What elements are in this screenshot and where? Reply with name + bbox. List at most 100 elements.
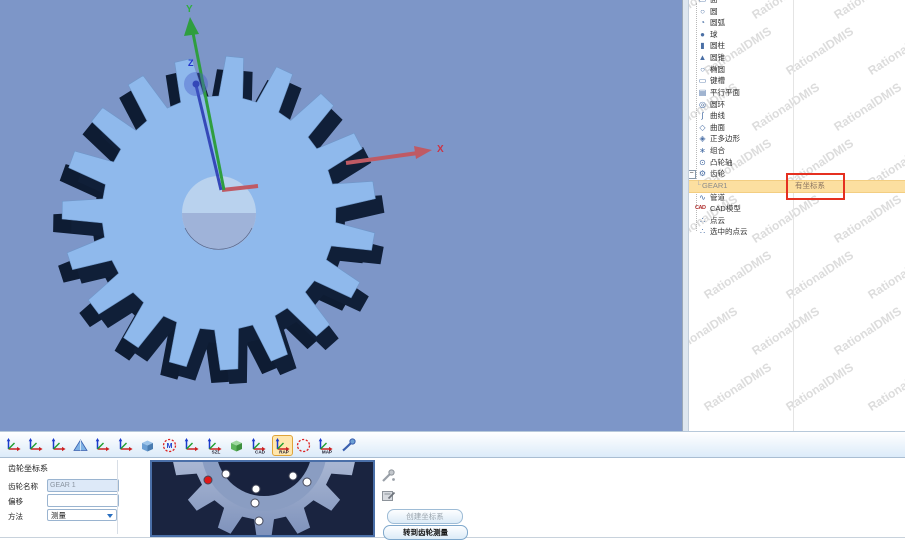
edit-form-icon[interactable] (381, 488, 396, 503)
y-axis-label: Y (186, 4, 193, 15)
gear-3d-scene: X Y Z (0, 0, 682, 431)
tree-item-label: CAD模型 (710, 203, 741, 215)
tree-item-label: 圆环 (710, 99, 725, 111)
tree-item-label: GEAR1 (702, 181, 727, 192)
chevron-down-icon (107, 514, 113, 518)
tree-item-7[interactable]: ▭键槽 (688, 75, 905, 87)
circle-icon: ○ (697, 6, 708, 18)
svg-text:SZL: SZL (211, 450, 220, 455)
measure-point-dot (255, 517, 263, 525)
gear-preview-svg (152, 462, 373, 535)
gear-name-input[interactable] (47, 479, 119, 492)
gear-preview-image (150, 460, 375, 537)
tree-item-label: 曲面 (710, 122, 725, 134)
tree-item-label: 管道 (710, 192, 725, 204)
feature-tree-sidebar: RationalDMISRationalDMISRationalDMISRati… (682, 0, 905, 431)
machine-csys-icon[interactable]: M (160, 436, 179, 455)
measure-point-active-dot (204, 476, 212, 484)
panel-title: 齿轮坐标系 (8, 463, 48, 474)
svg-text:CAD: CAD (255, 450, 266, 455)
cad-model-icon: CAD (695, 203, 710, 215)
panel-divider (117, 460, 118, 534)
measure-point-dot (222, 470, 230, 478)
csys-rap-icon[interactable]: RAP (272, 435, 293, 456)
tree-item-label: 圆弧 (710, 17, 725, 29)
surface-icon: ◇ (697, 122, 708, 134)
parallel-planes-icon: ▤ (697, 87, 708, 99)
tree-item-9[interactable]: ◎圆环 (688, 99, 905, 111)
tree-item-1[interactable]: ○圆 (688, 6, 905, 18)
arc-icon: ◔ (697, 17, 708, 29)
gear-csys-panel: 齿轮坐标系 齿轮名称 偏移 方法 测量 (0, 458, 905, 538)
probe-build-icon[interactable] (339, 436, 358, 455)
tree-item-10[interactable]: ∫曲线 (688, 110, 905, 122)
cone-icon: ▲ (697, 52, 708, 64)
tree-item-label: 凸轮轴 (710, 157, 733, 169)
sidebar-splitter[interactable] (683, 0, 689, 431)
csys-translate-icon[interactable] (4, 436, 23, 455)
tree-item-label: 齿轮 (710, 168, 725, 180)
selected-point-cloud-icon: ∴ (697, 226, 708, 238)
z-axis-tip (193, 81, 200, 88)
tree-item-label: 选中的点云 (710, 226, 748, 238)
slot-icon: ▭ (697, 75, 708, 87)
machine-rotate-icon[interactable] (294, 436, 313, 455)
csys-toolbar: M SZL CAD RAP MAP (0, 431, 905, 458)
measure-point-dot (289, 472, 297, 480)
tree-item-4[interactable]: ▮圆柱 (688, 40, 905, 52)
method-select[interactable]: 测量 (47, 509, 117, 521)
csys-axis-icon[interactable] (116, 436, 135, 455)
goto-gear-measure-button[interactable]: 转到齿轮测量 (383, 525, 468, 540)
csys-offset-icon[interactable] (93, 436, 112, 455)
cube-3d-icon[interactable] (138, 436, 157, 455)
csys-map-icon[interactable]: MAP (316, 436, 335, 455)
point-cloud-icon: ∴ (697, 215, 708, 227)
csys-szl-icon[interactable]: SZL (205, 436, 224, 455)
tree-item-18[interactable]: CADCAD模型 (688, 203, 905, 215)
probe-icon[interactable] (381, 468, 396, 483)
csys-fit-icon[interactable] (49, 436, 68, 455)
tree-item-8[interactable]: ▤平行平面 (688, 87, 905, 99)
method-select-value: 测量 (51, 511, 66, 520)
tree-item-5[interactable]: ▲圆锥 (688, 52, 905, 64)
offset-input[interactable] (47, 494, 119, 507)
measure-point-dot (303, 478, 311, 486)
tree-item-19[interactable]: ∴点云 (688, 215, 905, 227)
tree-item-label: 点云 (710, 215, 725, 227)
csys-rotate-icon[interactable] (26, 436, 45, 455)
csys-new-icon[interactable] (182, 436, 201, 455)
create-csys-button[interactable]: 创建坐标系 (387, 509, 463, 524)
rationaldmis-app: X Y Z RationalDMISRationalDMISRationalDM… (0, 0, 905, 542)
ellipse-icon: ○ (697, 64, 708, 76)
csys-plane-icon[interactable] (71, 436, 90, 455)
tree-item-12[interactable]: ◈正多边形 (688, 133, 905, 145)
sphere-icon: ● (697, 29, 708, 41)
offset-label: 偏移 (8, 496, 23, 507)
tree-item-11[interactable]: ◇曲面 (688, 122, 905, 134)
tree-item-label: 圆柱 (710, 40, 725, 52)
pipe-icon: ∿ (697, 192, 708, 204)
group-icon: ∗ (697, 145, 708, 157)
tree-item-3[interactable]: ●球 (688, 29, 905, 41)
tree-item-6[interactable]: ○椭圆 (688, 64, 905, 76)
cube-green-icon[interactable] (227, 436, 246, 455)
tree-item-label: 键槽 (710, 75, 725, 87)
branch-line: └ (696, 181, 701, 192)
x-axis-arrow (414, 146, 432, 159)
tree-item-label: 曲线 (710, 110, 725, 122)
z-axis-label: Z (188, 58, 194, 68)
tree-item-2[interactable]: ◔圆弧 (688, 17, 905, 29)
camshaft-icon: ⊙ (697, 157, 708, 169)
tree-item-label: 椭圆 (710, 64, 725, 76)
tree-item-label: 正多边形 (710, 133, 740, 145)
tree-item-13[interactable]: ∗组合 (688, 145, 905, 157)
cylinder-icon: ▮ (697, 40, 708, 52)
tree-item-20[interactable]: ∴选中的点云 (688, 226, 905, 238)
3d-viewport[interactable]: X Y Z (0, 0, 682, 431)
measure-point-dot (252, 485, 260, 493)
csys-cad-icon[interactable]: CAD (249, 436, 268, 455)
tree-item-label: 球 (710, 29, 718, 41)
tree-item-label: 圆 (710, 6, 718, 18)
annotation-box (786, 173, 845, 200)
tree-item-14[interactable]: ⊙凸轮轴 (688, 157, 905, 169)
